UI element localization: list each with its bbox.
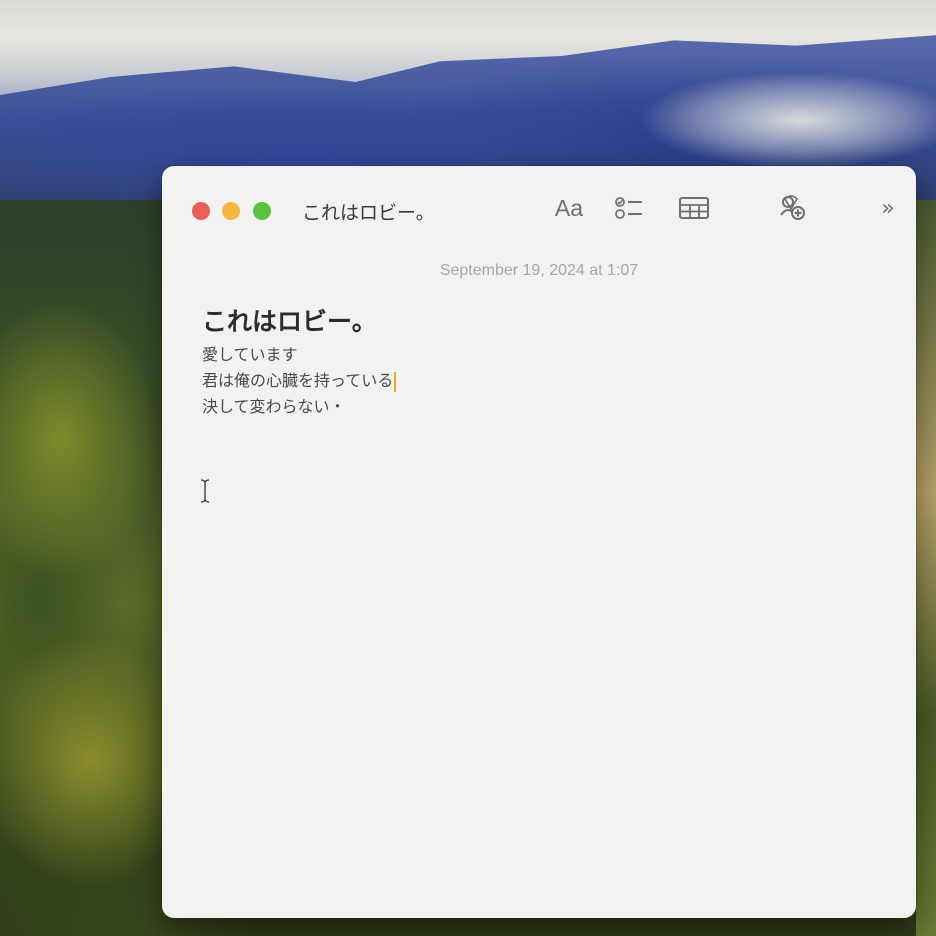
window-titlebar[interactable]: これはロビー。 Aa » (162, 166, 916, 250)
minimize-button[interactable] (222, 202, 240, 220)
close-button[interactable] (192, 202, 210, 220)
format-button[interactable]: Aa (546, 192, 592, 224)
wallpaper-mist (600, 60, 936, 180)
note-editor[interactable]: これはロビー。 愛しています 君は俺の心臓を持っている 決して変わらない・ (202, 302, 882, 420)
window-title: これはロビー。 (302, 202, 435, 224)
collaborate-icon[interactable] (774, 192, 810, 224)
note-line-2: 君は俺の心臓を持っている (202, 371, 394, 390)
ibeam-cursor-icon (198, 478, 212, 504)
note-line-1: 愛しています (202, 345, 298, 364)
wallpaper-forest-edge (916, 200, 936, 936)
note-heading[interactable]: これはロビー。 (202, 302, 882, 338)
note-date: September 19, 2024 at 1:07 (439, 262, 639, 279)
note-line-3: 決して変わらない・ (202, 397, 346, 416)
more-icon[interactable]: » (874, 192, 902, 224)
checklist-icon[interactable] (612, 192, 646, 224)
zoom-button[interactable] (253, 202, 271, 220)
notes-window: これはロビー。 Aa » September 19, 2024 at 1:07 … (162, 166, 916, 918)
text-caret (394, 371, 397, 392)
table-icon[interactable] (676, 192, 712, 224)
